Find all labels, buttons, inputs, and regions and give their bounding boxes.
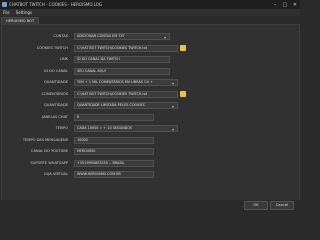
tab-bar: HEROISMO BOT — [0, 16, 300, 24]
text-field[interactable]: C:\HAT BOT TWITCH\COOKIES TWITCH.txt — [74, 90, 178, 98]
text-field[interactable]: HEROISMO — [74, 148, 154, 155]
field-value: ADICIONAR CONTAS EM TXT — [77, 34, 125, 38]
dropdown-field[interactable]: TEN + 1 MIL COMENTÁRIOS EM LIBRAS OU + — [74, 79, 178, 86]
field-label: CONTAS — [53, 34, 68, 38]
cancel-button[interactable]: Cancel — [270, 201, 294, 210]
chevron-down-icon[interactable] — [171, 127, 176, 131]
dropdown-field[interactable]: ADICIONAR CONTAS EM TXT — [74, 33, 170, 40]
folder-icon[interactable] — [180, 45, 186, 51]
text-field[interactable]: WWW.HEROISMO.COM.BR — [74, 171, 154, 178]
field-value: HEROISMO — [77, 149, 96, 153]
field-label: QUANTIDADE — [43, 80, 68, 84]
title-bar: CHATBOT TWITCH - COOKIES - HEROISMO.LOG … — [0, 0, 300, 9]
field-label: TEMPO DAS MENSAGENS — [22, 137, 68, 142]
field-value: +5519994853355 -- BRASIL — [77, 160, 125, 165]
number-field[interactable]: 10000 — [74, 136, 154, 144]
field-label: COOKIES TWITCH — [36, 45, 68, 50]
button-bar: OK Cancel — [0, 200, 300, 210]
field-label: TEMPO — [55, 126, 68, 130]
chevron-down-icon[interactable] — [171, 104, 176, 108]
app-icon — [2, 2, 7, 7]
number-field[interactable]: 6 — [74, 113, 154, 121]
chevron-down-icon[interactable] — [171, 81, 176, 85]
maximize-icon[interactable]: □ — [280, 0, 290, 9]
ok-button[interactable]: OK — [244, 201, 268, 210]
field-value: C:\HAT BOT TWITCH\COOKIES TWITCH.txt — [77, 45, 148, 50]
minimize-icon[interactable]: – — [270, 0, 280, 9]
field-value: C:\HAT BOT TWITCH\COOKIES TWITCH.txt — [77, 91, 148, 96]
field-label: SUPORTE WHATSAPP — [30, 160, 68, 165]
text-field[interactable]: ID DO CANAL DA TWITCH — [74, 56, 170, 63]
dropdown-field[interactable]: QUANTIDADE LIMITADA PELOS COOKIES — [74, 102, 178, 109]
field-value: WWW.HEROISMO.COM.BR — [77, 172, 121, 176]
menu-file[interactable]: File — [3, 10, 10, 15]
field-value: TEN + 1 MIL COMENTÁRIOS EM LIBRAS OU + — [77, 80, 154, 84]
window-title: CHATBOT TWITCH - COOKIES - HEROISMO.LOG — [9, 2, 102, 7]
dropdown-field[interactable]: CADA 10000 = + 10 SEGUNDOS — [74, 125, 178, 132]
field-label: ID DO CANAL — [44, 68, 68, 73]
field-value: ID DO CANAL DA TWITCH — [77, 57, 120, 61]
field-label: JANELAS CHAT — [42, 114, 68, 119]
field-value: QUANTIDADE LIMITADA PELOS COOKIES — [77, 103, 145, 107]
chevron-down-icon[interactable] — [163, 35, 168, 39]
field-value: CADA 10000 = + 10 SEGUNDOS — [77, 126, 133, 130]
field-value: 10000 — [77, 137, 88, 142]
settings-panel: CONTAS ADICIONAR CONTAS EM TXT COOKIES TWI… — [1, 24, 300, 202]
close-icon[interactable]: ✕ — [290, 0, 300, 9]
text-field[interactable]: +5519994853355 -- BRASIL — [74, 159, 154, 167]
menu-settings[interactable]: Settings — [16, 10, 32, 15]
field-value: 6 — [77, 114, 80, 119]
field-label: LOJA VIRTUAL — [43, 172, 68, 176]
tab-heroismo-bot[interactable]: HEROISMO BOT — [1, 17, 40, 24]
field-label: COMENTÁRIOS — [41, 91, 68, 96]
text-field[interactable]: C:\HAT BOT TWITCH\COOKIES TWITCH.txt — [74, 44, 178, 52]
field-value: SEU CANAL AQUI — [77, 68, 106, 73]
folder-icon[interactable] — [180, 91, 186, 97]
text-field[interactable]: SEU CANAL AQUI — [74, 67, 170, 75]
field-label: LINK — [59, 57, 68, 61]
field-label: CANAL DO YOUTUBE — [30, 149, 68, 153]
field-label: QUANTIDADE — [43, 103, 68, 107]
